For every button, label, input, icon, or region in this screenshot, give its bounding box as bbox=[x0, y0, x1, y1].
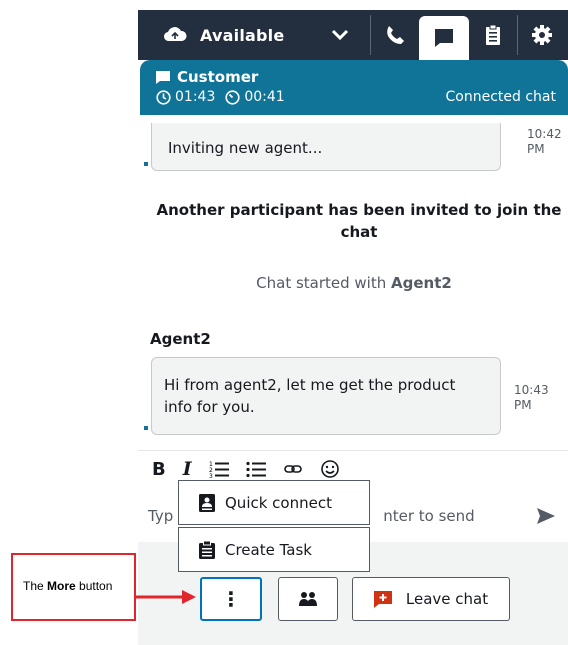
clock-icon bbox=[156, 89, 171, 105]
event-participant-name: Agent2 bbox=[391, 274, 452, 292]
chevron-down-icon bbox=[331, 29, 349, 41]
more-button-callout: The More button bbox=[11, 553, 136, 621]
more-icon: ⋮ bbox=[221, 587, 241, 611]
agent-status-label: Available bbox=[200, 25, 285, 45]
menu-item-label: Quick connect bbox=[225, 493, 332, 512]
gear-icon bbox=[532, 25, 552, 45]
participant-message-bubble: Hi from agent2, let me get the product i… bbox=[151, 357, 501, 435]
transfer-button[interactable] bbox=[278, 577, 338, 621]
agent-message-bubble: Inviting new agent... bbox=[151, 123, 501, 171]
tasks-button[interactable] bbox=[469, 10, 517, 60]
chat-icon bbox=[156, 70, 170, 84]
people-icon bbox=[299, 592, 317, 606]
clipboard-icon bbox=[486, 24, 500, 45]
more-button[interactable]: ⋮ bbox=[200, 577, 262, 621]
menu-item-create-task[interactable]: Create Task bbox=[178, 527, 370, 572]
message-timestamp: 10:43 PM bbox=[514, 383, 549, 412]
cloud-sync-icon bbox=[163, 27, 187, 42]
leave-chat-button[interactable]: Leave chat bbox=[352, 577, 510, 621]
settings-button[interactable] bbox=[518, 10, 566, 60]
message-text: Hi from agent2, let me get the product i… bbox=[164, 376, 456, 416]
link-icon bbox=[283, 465, 302, 473]
system-message: Another participant has been invited to … bbox=[156, 201, 562, 241]
numbered-list-icon: 1 2 3 bbox=[209, 461, 229, 478]
message-indicator bbox=[144, 162, 148, 166]
contact-state: Connected chat bbox=[445, 89, 556, 105]
placeholder-start: Typ bbox=[148, 507, 174, 525]
arrow-right-icon bbox=[136, 590, 196, 604]
contact-card-icon bbox=[199, 493, 215, 512]
ccp-top-bar: Available bbox=[138, 10, 568, 60]
phone-button[interactable] bbox=[371, 10, 419, 60]
timer-icon bbox=[225, 89, 240, 105]
callout-suffix: button bbox=[75, 579, 113, 593]
agent-status-dropdown[interactable]: Available bbox=[138, 10, 370, 60]
hold-duration: 00:41 bbox=[244, 89, 285, 105]
message-sender: Agent2 bbox=[150, 330, 211, 348]
leave-chat-label: Leave chat bbox=[405, 590, 489, 608]
contact-duration: 01:43 bbox=[175, 89, 216, 105]
callout-prefix: The bbox=[23, 579, 48, 593]
chat-tab-button[interactable] bbox=[419, 16, 469, 60]
chat-transcript[interactable]: Inviting new agent... 10:42 PM Another p… bbox=[140, 115, 568, 450]
menu-item-quick-connect[interactable]: Quick connect bbox=[178, 480, 370, 525]
chat-event-message: Chat started with Agent2 bbox=[140, 274, 568, 292]
send-icon[interactable] bbox=[536, 507, 556, 525]
callout-bold: More bbox=[47, 579, 76, 593]
bulleted-list-icon bbox=[246, 461, 266, 478]
bold-button[interactable]: B bbox=[152, 454, 166, 484]
svg-text:3: 3 bbox=[209, 473, 213, 478]
message-timestamp: 10:42 PM bbox=[527, 127, 562, 156]
chat-icon bbox=[435, 29, 453, 47]
leave-chat-icon bbox=[373, 591, 392, 608]
menu-item-label: Create Task bbox=[225, 540, 312, 559]
phone-icon bbox=[387, 26, 404, 44]
contact-header[interactable]: Customer 01:43 00:41 Connected chat bbox=[140, 60, 568, 115]
event-prefix: Chat started with bbox=[256, 274, 387, 292]
clipboard-icon bbox=[199, 540, 215, 559]
message-text: Inviting new agent... bbox=[168, 139, 323, 157]
message-indicator bbox=[144, 426, 148, 430]
emoji-icon bbox=[320, 460, 339, 478]
placeholder-end: nter to send bbox=[383, 507, 475, 525]
contact-name: Customer bbox=[177, 68, 259, 86]
